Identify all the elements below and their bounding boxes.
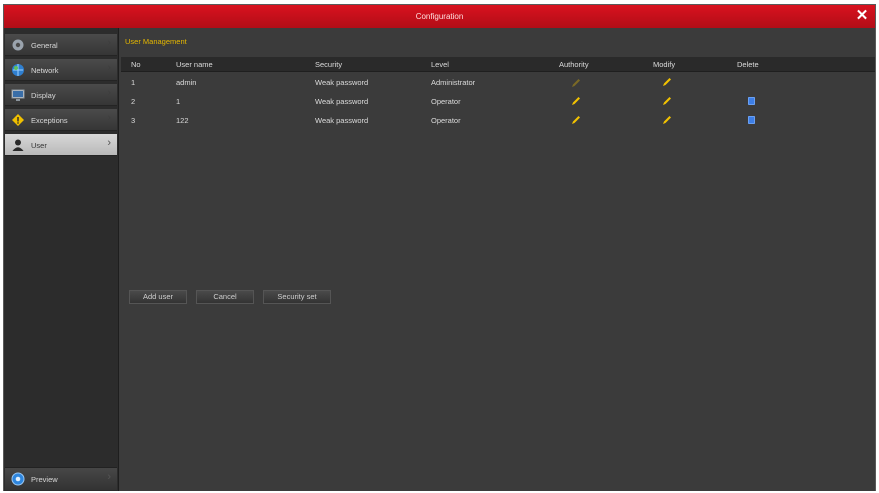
cell-security: Weak password [315, 116, 369, 125]
sidebar-item-display[interactable]: Display › [5, 84, 117, 106]
globe-icon [12, 64, 24, 76]
delete-icon[interactable] [748, 97, 755, 105]
sidebar: General › Network › Display › Exceptions [4, 28, 119, 491]
preview-icon [11, 472, 25, 486]
chevron-right-icon: › [107, 87, 111, 99]
window-title: Configuration [415, 12, 464, 21]
gear-icon [12, 39, 24, 51]
column-header-authority: Authority [559, 60, 589, 69]
authority-edit-icon[interactable] [571, 115, 581, 125]
section-title: User Management [125, 37, 187, 46]
sidebar-item-label: Display [31, 91, 56, 100]
add-user-button[interactable]: Add user [129, 290, 187, 304]
delete-icon[interactable] [748, 116, 755, 124]
column-header-username: User name [176, 60, 213, 69]
preview-label: Preview [31, 475, 58, 484]
table-row[interactable]: 2 1 Weak password Operator [121, 92, 875, 110]
sidebar-item-exceptions[interactable]: Exceptions › [5, 109, 117, 131]
cell-level: Operator [431, 97, 461, 106]
column-header-delete: Delete [737, 60, 759, 69]
user-icon [12, 139, 24, 151]
authority-edit-icon[interactable] [571, 96, 581, 106]
chevron-right-icon: › [107, 62, 111, 74]
table-row[interactable]: 3 122 Weak password Operator [121, 111, 875, 129]
cell-no: 2 [131, 97, 136, 106]
modify-edit-icon[interactable] [662, 77, 672, 87]
column-header-level: Level [431, 60, 449, 69]
cell-security: Weak password [315, 78, 369, 87]
close-icon: ✕ [855, 7, 869, 24]
column-header-modify: Modify [653, 60, 676, 69]
modify-edit-icon[interactable] [662, 115, 672, 125]
cell-no: 1 [131, 78, 136, 87]
main-panel: User Management No User name Security Le… [119, 28, 875, 491]
sidebar-item-label: Network [31, 66, 59, 75]
table-header: No User name Security Level Authority Mo… [121, 57, 875, 72]
cell-no: 3 [131, 116, 136, 125]
modify-edit-icon[interactable] [662, 96, 672, 106]
column-header-no: No [131, 60, 141, 69]
chevron-right-icon: › [107, 471, 111, 483]
config-window: Configuration ✕ General › Network › Disp… [3, 4, 876, 491]
cell-level: Operator [431, 116, 461, 125]
sidebar-item-label: Exceptions [31, 116, 68, 125]
close-button[interactable]: ✕ [855, 8, 869, 24]
sidebar-item-user[interactable]: User › [5, 134, 117, 156]
cancel-button[interactable]: Cancel [196, 290, 254, 304]
cell-security: Weak password [315, 97, 369, 106]
sidebar-item-network[interactable]: Network › [5, 59, 117, 81]
sidebar-item-label: General [31, 41, 58, 50]
cell-username: admin [176, 78, 197, 87]
chevron-right-icon: › [107, 137, 111, 149]
warning-icon [12, 114, 24, 126]
monitor-icon [11, 89, 25, 101]
cell-username: 1 [176, 97, 181, 106]
column-header-security: Security [315, 60, 343, 69]
authority-edit-icon [572, 79, 580, 87]
chevron-right-icon: › [107, 112, 111, 124]
table-row[interactable]: 1 admin Weak password Administrator [121, 73, 875, 91]
preview-button[interactable]: Preview › [5, 467, 117, 490]
sidebar-item-general[interactable]: General › [5, 34, 117, 56]
cell-username: 122 [176, 116, 189, 125]
sidebar-item-label: User [31, 141, 47, 150]
chevron-right-icon: › [107, 37, 111, 49]
title-bar: Configuration ✕ [4, 5, 875, 29]
security-set-button[interactable]: Security set [263, 290, 331, 304]
cell-level: Administrator [431, 78, 476, 87]
